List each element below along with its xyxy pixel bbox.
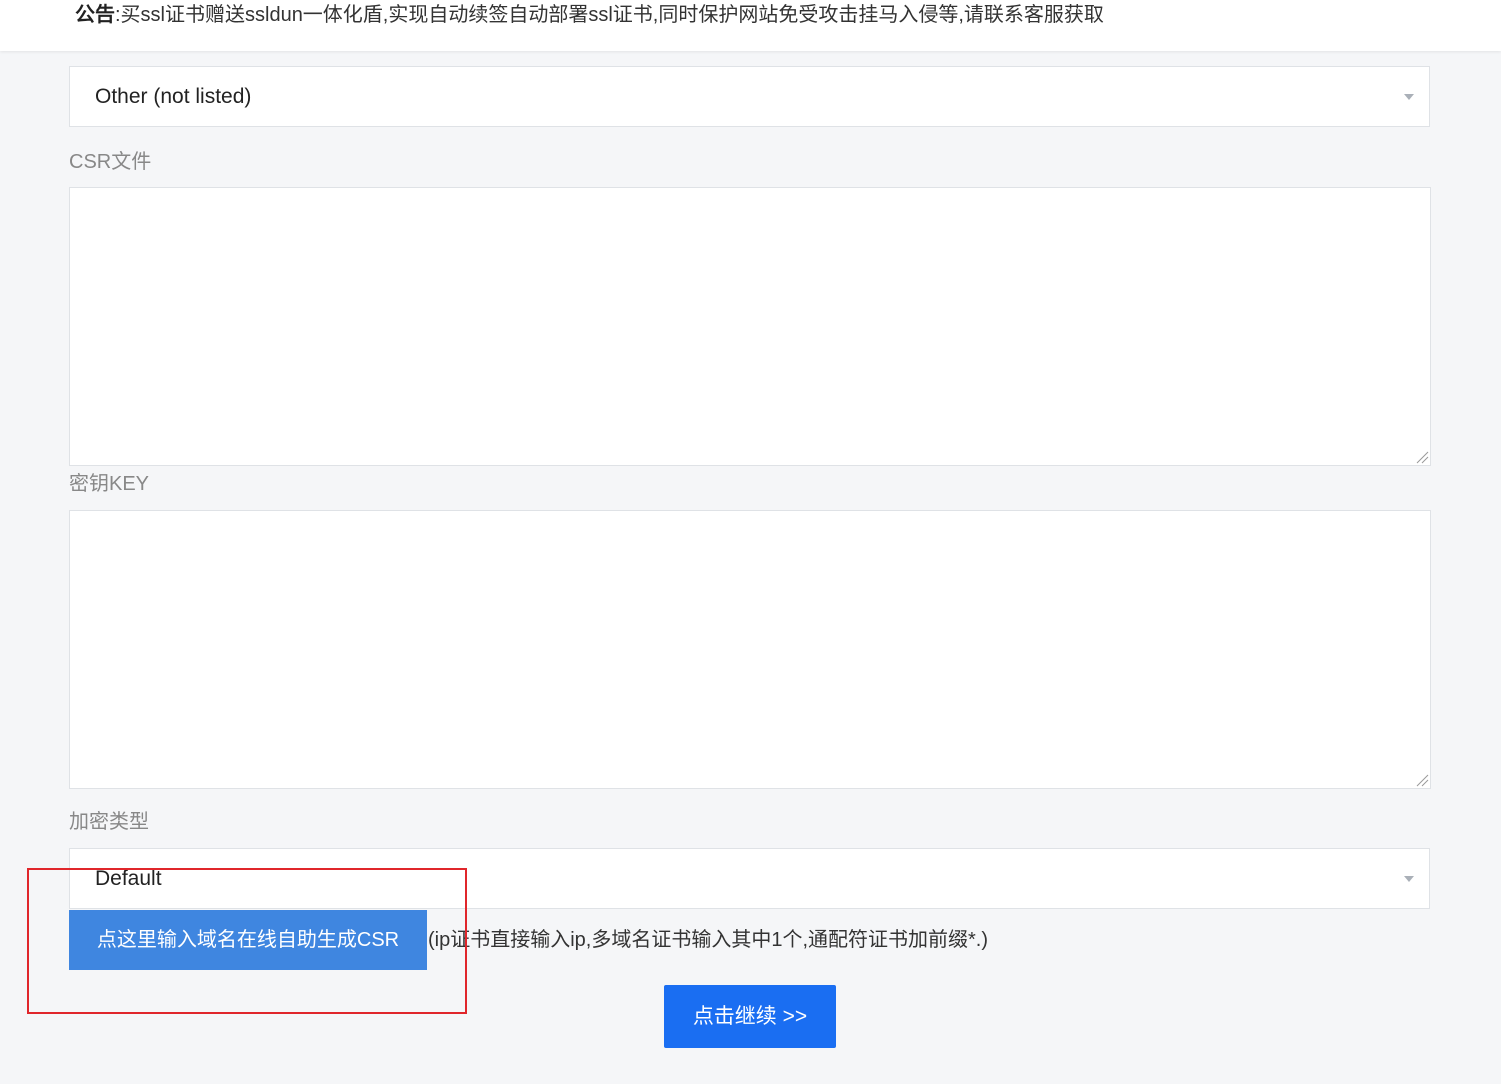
chevron-down-icon	[1404, 876, 1414, 882]
encryption-select[interactable]: Default	[69, 848, 1430, 909]
server-type-value: Other (not listed)	[95, 85, 252, 108]
key-label: 密钥KEY	[69, 473, 150, 495]
continue-button[interactable]: 点击继续 >>	[664, 985, 836, 1048]
key-textarea[interactable]	[69, 510, 1431, 789]
notice-text: 公告:买ssl证书赠送ssldun一体化盾,实现自动续签自动部署ssl证书,同时…	[75, 2, 1104, 28]
encryption-value: Default	[95, 867, 162, 890]
chevron-down-icon	[1404, 94, 1414, 100]
server-type-select[interactable]: Other (not listed)	[69, 66, 1430, 127]
notice-bar: 公告:买ssl证书赠送ssldun一体化盾,实现自动续签自动部署ssl证书,同时…	[0, 0, 1501, 51]
resize-handle-icon[interactable]	[1415, 450, 1429, 464]
notice-message: :买ssl证书赠送ssldun一体化盾,实现自动续签自动部署ssl证书,同时保护…	[115, 4, 1104, 26]
resize-handle-icon[interactable]	[1415, 773, 1429, 787]
csr-hint-text: (ip证书直接输入ip,多域名证书输入其中1个,通配符证书加前缀*.)	[428, 929, 989, 951]
encryption-label: 加密类型	[69, 811, 149, 833]
generate-csr-button[interactable]: 点这里输入域名在线自助生成CSR	[69, 910, 427, 970]
notice-label: 公告	[75, 4, 115, 26]
csr-textarea[interactable]	[69, 187, 1431, 466]
csr-label: CSR文件	[69, 151, 152, 173]
